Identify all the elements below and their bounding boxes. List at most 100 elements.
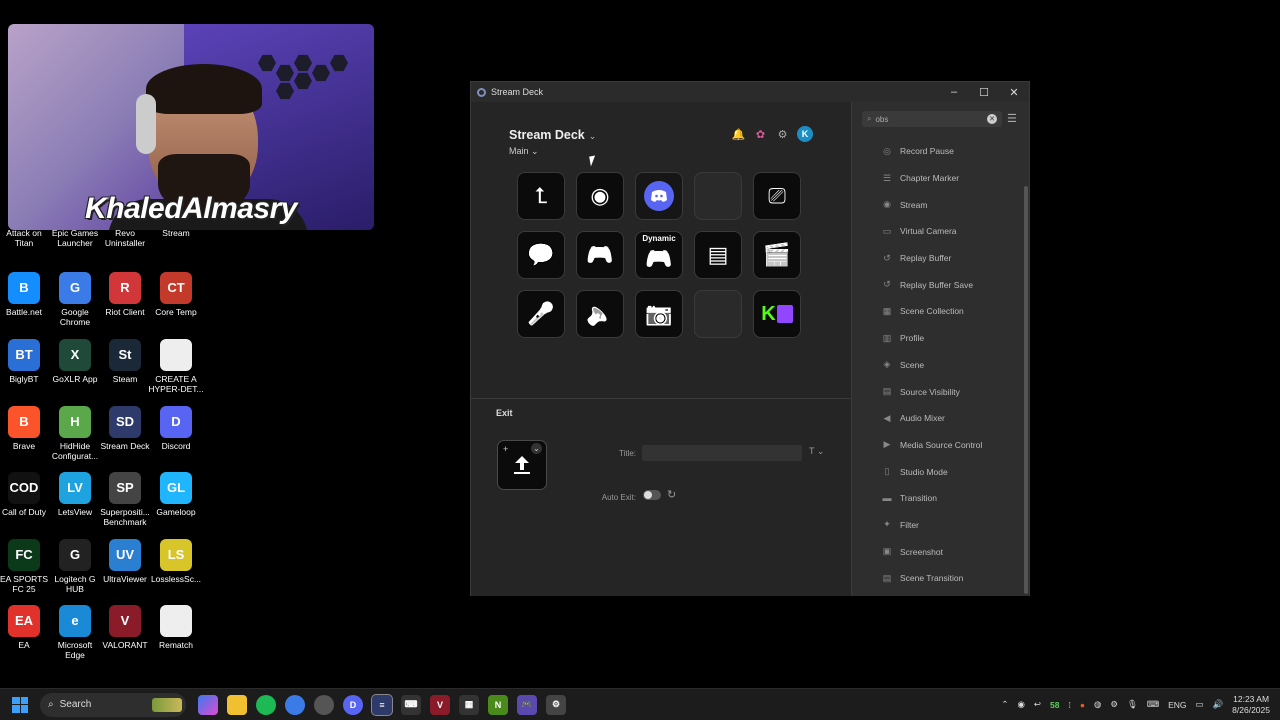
action-item[interactable]: ▦ Scene Collection — [852, 298, 1024, 325]
gear-taskbar-icon[interactable]: ⚙ — [546, 694, 566, 715]
action-item[interactable]: ▭ Virtual Camera — [852, 218, 1024, 245]
plus-icon[interactable]: + — [503, 444, 508, 454]
action-search[interactable]: ⌕ ✕ — [862, 111, 1002, 127]
desktop-icon[interactable]: Rematch — [146, 605, 206, 650]
action-item[interactable]: ✦ Filter — [852, 512, 1024, 539]
action-item-label: Filter — [900, 519, 919, 530]
desktop-icon[interactable]: LS LosslessSc... — [146, 539, 206, 584]
action-item-label: Studio Mode — [900, 466, 948, 477]
desktop-icon[interactable]: GL Gameloop — [146, 472, 206, 517]
auto-exit-toggle[interactable] — [643, 490, 661, 500]
desktop-icon[interactable]: CREATE A HYPER-DET... — [146, 339, 206, 394]
volume-icon[interactable]: 🔊 — [1213, 699, 1224, 710]
desktop-icon[interactable]: D Discord — [146, 406, 206, 451]
action-item[interactable]: ◎ Record Pause — [852, 138, 1024, 165]
start-button[interactable] — [0, 696, 40, 713]
action-item[interactable]: ◀ Audio Mixer — [852, 405, 1024, 432]
network-icon[interactable]: ▭ — [1196, 699, 1204, 710]
valorant-taskbar-icon[interactable]: V — [430, 694, 450, 715]
device-selector[interactable]: Stream Deck ⌄ — [509, 128, 596, 142]
app-icon: EA — [8, 605, 40, 637]
deck-key[interactable]: 🔈 — [576, 290, 624, 338]
app-glyph: EA — [14, 613, 34, 628]
action-item[interactable]: ▶ Media Source Control — [852, 432, 1024, 459]
chevron-up-icon[interactable]: ⌃ — [1001, 699, 1008, 710]
deck-key[interactable]: ⮤ — [517, 172, 565, 220]
profile-selector[interactable]: Main ⌄ — [509, 146, 539, 157]
desktop-icon[interactable]: CT Core Temp — [146, 272, 206, 317]
keyboard-icon[interactable]: ⌨ — [1147, 699, 1159, 710]
action-item[interactable]: ◈ Scene — [852, 352, 1024, 379]
gear-icon[interactable]: ⚙ — [775, 127, 790, 142]
window-titlebar[interactable]: Stream Deck – ☐ ✕ — [471, 82, 1029, 102]
app-grid-icon[interactable]: ▦ — [459, 694, 479, 715]
tray-number[interactable]: 58 — [1050, 700, 1059, 710]
marketplace-icon[interactable]: ✿ — [753, 127, 768, 142]
action-item[interactable]: ▤ Source Visibility — [852, 378, 1024, 405]
tray-shield-icon[interactable]: ◍ — [1094, 699, 1101, 710]
tray-meter-icon[interactable]: ⁞ — [1068, 700, 1070, 710]
chevron-down-icon[interactable]: ⌄ — [531, 443, 542, 454]
key-grid: ⮤ ◉ ⎚ 💬 🎮 🎮 Dynamic ▤ 🎬 🎤 🔈 📷 K — [517, 172, 801, 338]
deck-key[interactable]: 🎮 — [576, 231, 624, 279]
keyboard-app-icon[interactable]: ⌨ — [401, 694, 421, 715]
tray-red-icon[interactable]: ● — [1080, 700, 1085, 710]
deck-key[interactable]: ◉ — [576, 172, 624, 220]
deck-key[interactable]: ▤ — [694, 231, 742, 279]
gamepad-taskbar-icon[interactable]: 🎮 — [517, 694, 537, 715]
dynamic-badge: Dynamic — [642, 234, 676, 243]
action-item[interactable]: ▬ Transition — [852, 485, 1024, 512]
profile-name: Main — [509, 146, 529, 156]
canvas-area: Stream Deck ⌄ Main ⌄ 🔔 ✿ ⚙ K ⮤ ◉ ⎚ 💬 🎮 🎮 Dynami… — [471, 102, 851, 596]
reset-icon[interactable]: ↻ — [667, 488, 676, 501]
clear-search-icon[interactable]: ✕ — [987, 114, 997, 124]
deck-key[interactable]: ⎚ — [753, 172, 801, 220]
action-item[interactable]: ↺ Replay Buffer — [852, 245, 1024, 272]
notification-bell-icon[interactable]: 🔔 — [731, 127, 746, 142]
text-format-icon[interactable]: T ⌄ — [809, 446, 824, 457]
deck-key[interactable]: 🎮 Dynamic — [635, 231, 683, 279]
action-item[interactable]: ☰ Chapter Marker — [852, 165, 1024, 192]
clock-time: 12:23 AM — [1233, 693, 1270, 704]
discord-taskbar-icon[interactable]: D — [343, 694, 363, 715]
close-button[interactable]: ✕ — [999, 82, 1029, 102]
title-field[interactable] — [642, 445, 802, 461]
copilot-icon[interactable] — [198, 694, 218, 715]
search-input[interactable] — [875, 114, 987, 124]
action-item[interactable]: ▯ Studio Mode — [852, 458, 1024, 485]
nvidia-icon[interactable]: N — [488, 694, 508, 715]
avatar[interactable]: K — [797, 126, 813, 142]
deck-key[interactable]: 🎤 — [517, 290, 565, 338]
stream-deck-taskbar-icon[interactable]: ≡ — [371, 693, 393, 716]
deck-key[interactable]: 💬 — [517, 231, 565, 279]
action-item[interactable]: ↺ Replay Buffer Save — [852, 271, 1024, 298]
settings-app-icon[interactable] — [314, 694, 334, 715]
chrome-icon[interactable] — [285, 694, 305, 715]
file-explorer-icon[interactable] — [227, 694, 247, 715]
action-item[interactable]: ▥ Profile — [852, 325, 1024, 352]
action-item[interactable]: ◉ Stream — [852, 191, 1024, 218]
tray-arrow-icon[interactable]: ↩ — [1034, 699, 1041, 710]
action-item-label: Replay Buffer Save — [900, 279, 974, 290]
clock[interactable]: 12:23 AM 8/26/2025 — [1232, 694, 1270, 716]
action-item[interactable]: ▤ Scene Transition — [852, 565, 1024, 592]
taskbar-search[interactable]: ⌕ Search — [40, 692, 186, 717]
deck-key[interactable] — [694, 290, 742, 338]
deck-key[interactable]: K — [753, 290, 801, 338]
maximize-button[interactable]: ☐ — [969, 82, 999, 102]
tray-app-icon[interactable]: ◉ — [1017, 699, 1024, 710]
deck-key[interactable] — [635, 172, 683, 220]
selected-key-preview[interactable]: + ⌄ — [497, 440, 547, 490]
deck-key[interactable] — [694, 172, 742, 220]
app-glyph: CT — [167, 280, 185, 295]
microphone-icon[interactable]: 🎙 — [1127, 699, 1138, 710]
sidebar-scrollbar[interactable] — [1024, 186, 1028, 594]
spotify-icon[interactable] — [256, 694, 276, 715]
tray-gear-icon[interactable]: ⚙ — [1110, 699, 1118, 710]
deck-key[interactable]: 📷 — [635, 290, 683, 338]
deck-key[interactable]: 🎬 — [753, 231, 801, 279]
action-item[interactable]: ▣ Screenshot — [852, 538, 1024, 565]
list-view-icon[interactable]: ☰ — [1007, 112, 1017, 125]
language-indicator[interactable]: ENG — [1168, 700, 1186, 710]
minimize-button[interactable]: – — [939, 82, 969, 102]
